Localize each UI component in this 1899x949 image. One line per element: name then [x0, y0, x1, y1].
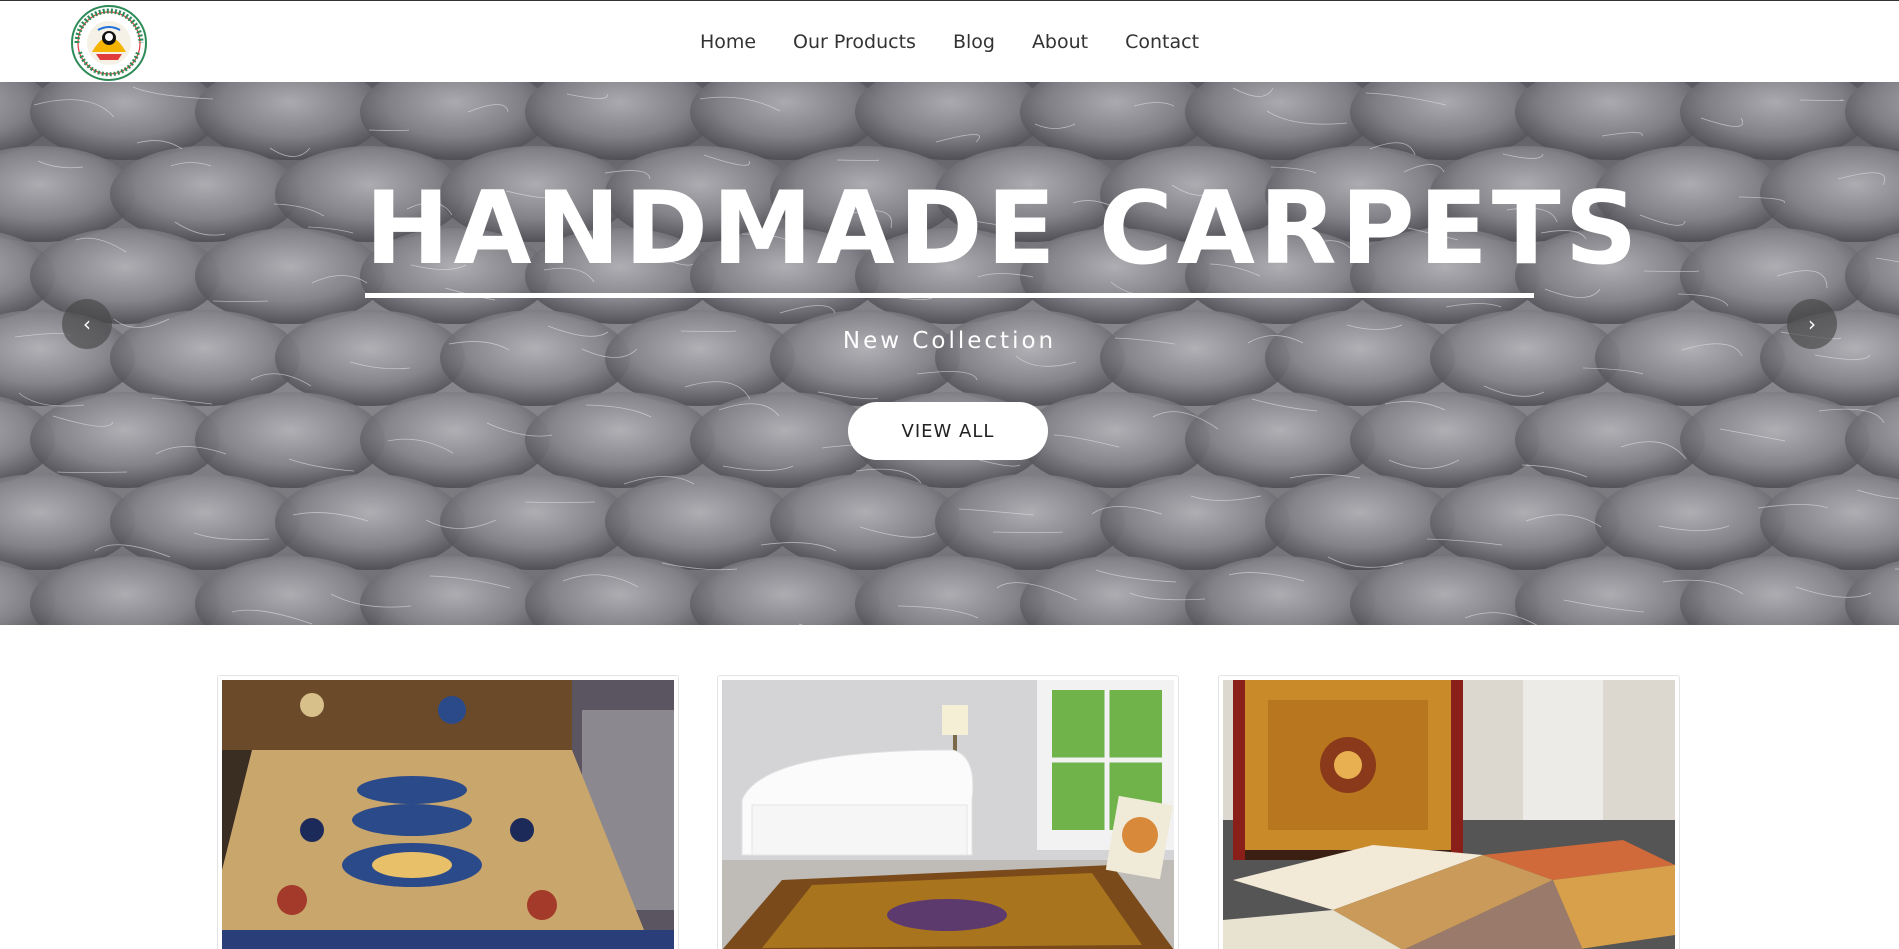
nav-about[interactable]: About [1013, 31, 1106, 53]
hero-divider [365, 293, 1534, 298]
product-card[interactable] [217, 675, 679, 949]
chevron-left-icon: ‹ [83, 312, 91, 336]
site-header: Home Our Products Blog About Contact [0, 0, 1899, 82]
nav-contact[interactable]: Contact [1107, 31, 1218, 53]
product-card[interactable] [717, 675, 1179, 949]
carousel-prev-button[interactable]: ‹ [62, 299, 112, 349]
living-room-carpet-image [722, 680, 1174, 949]
tibetan-dragon-carpet-image [222, 680, 674, 949]
view-all-button[interactable]: VIEW ALL [848, 402, 1048, 460]
hero-title: HANDMADE CARPETS [365, 169, 1642, 287]
carpet-showroom-image [1223, 680, 1675, 949]
carousel-next-button[interactable]: › [1787, 299, 1837, 349]
nav-our-products[interactable]: Our Products [775, 31, 935, 53]
hero-carousel: HANDMADE CARPETS New Collection VIEW ALL… [0, 82, 1899, 625]
product-card[interactable] [1218, 675, 1680, 949]
nav-home[interactable]: Home [681, 31, 774, 53]
chevron-right-icon: › [1808, 312, 1816, 336]
hero-subtitle: New Collection [842, 328, 1057, 354]
main-nav: Home Our Products Blog About Contact [0, 1, 1899, 83]
nav-blog[interactable]: Blog [934, 31, 1013, 53]
